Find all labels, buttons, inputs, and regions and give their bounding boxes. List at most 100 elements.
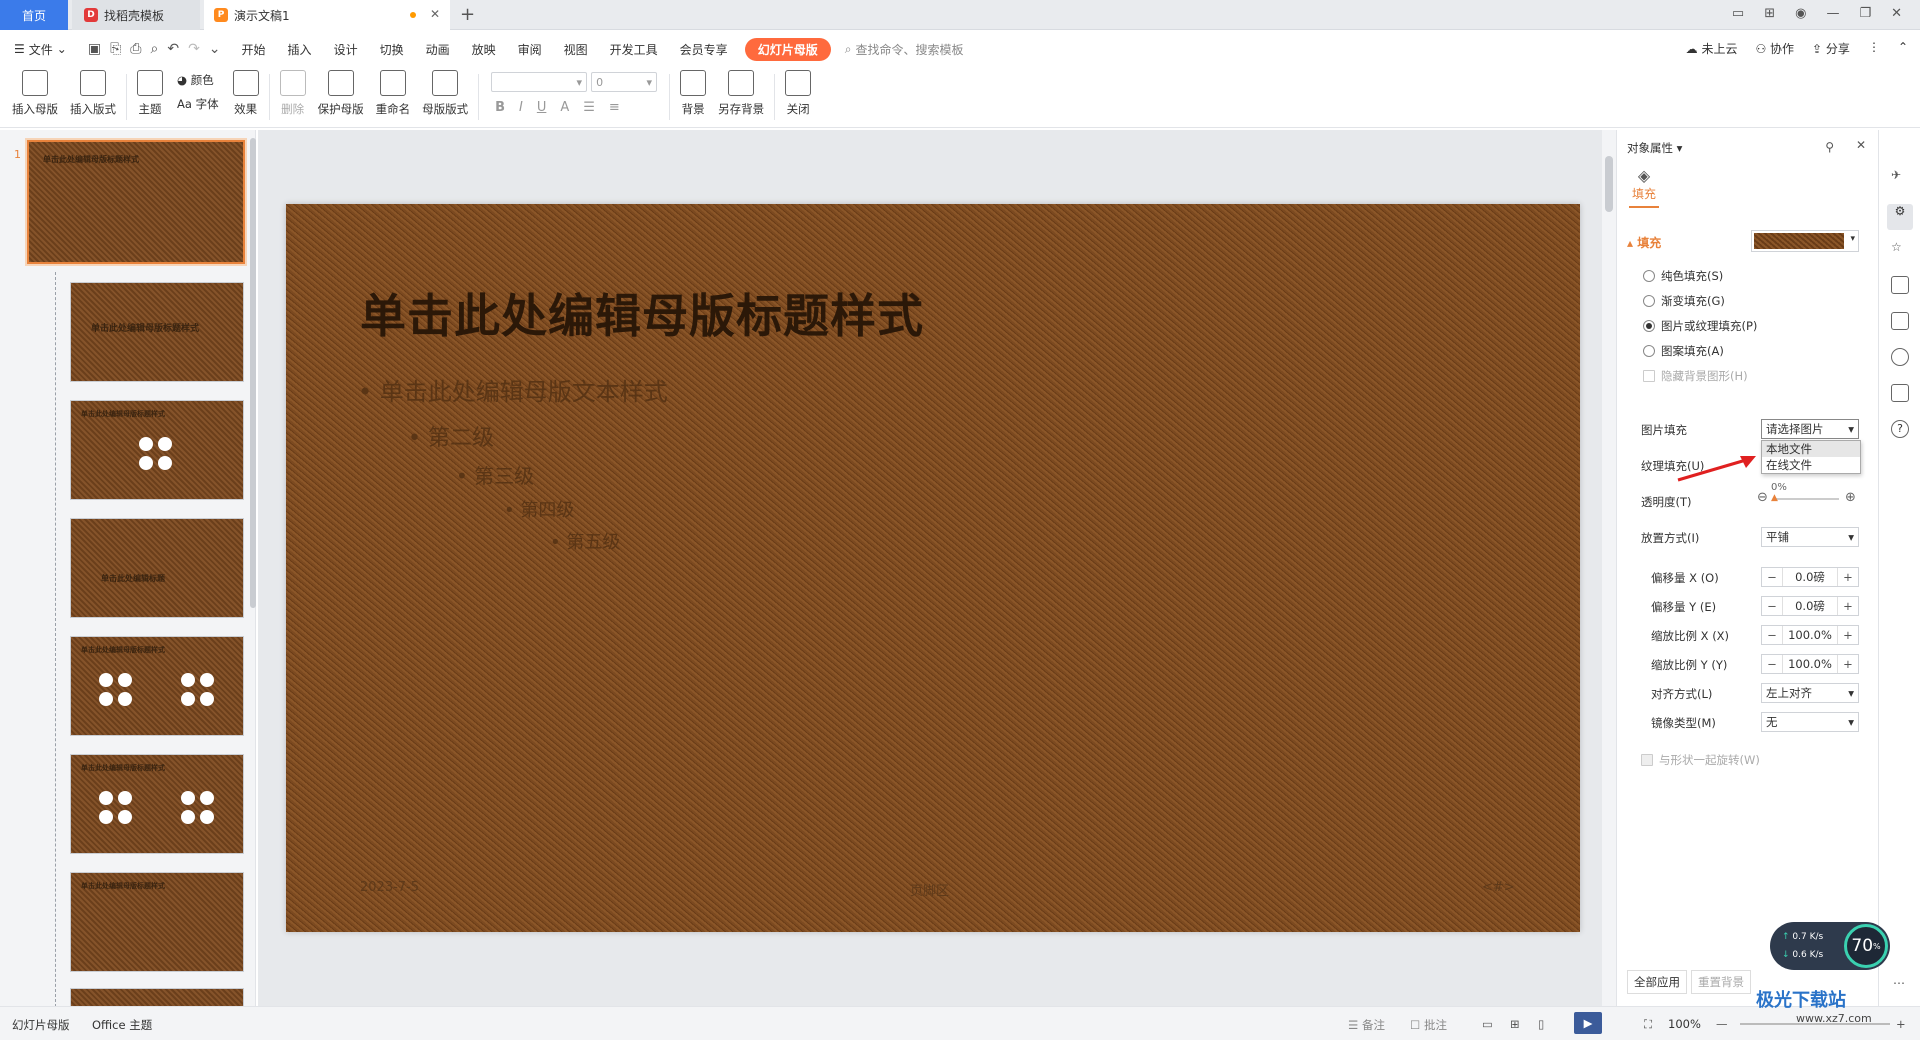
menu-item-transition[interactable]: 切换 [369, 41, 415, 58]
underline-icon[interactable]: U [537, 100, 547, 115]
reading-view-icon[interactable]: ▯ [1538, 1017, 1544, 1031]
menu-item-view[interactable]: 视图 [553, 41, 599, 58]
radio-solid-fill[interactable]: 纯色填充(S) [1643, 268, 1723, 284]
plus-icon[interactable]: ⊕ [1845, 490, 1856, 505]
tab-slide-master[interactable]: 幻灯片母版 [744, 37, 831, 61]
thumbnail-layout-3[interactable]: 单击此处编辑标题 [70, 518, 244, 618]
close-window-icon[interactable]: ✕ [1891, 6, 1902, 21]
italic-icon[interactable]: I [519, 100, 523, 115]
image-icon[interactable] [1891, 312, 1909, 330]
menu-item-member[interactable]: 会员专享 [669, 41, 739, 58]
radio-picture-fill[interactable]: 图片或纹理填充(P) [1643, 318, 1757, 334]
close-master-button[interactable]: 关闭 [779, 66, 817, 124]
menu-item-insert[interactable]: 插入 [277, 41, 323, 58]
collab-button[interactable]: ⚇ 协作 [1755, 40, 1794, 57]
avatar[interactable]: ◉ [1795, 6, 1806, 21]
normal-view-icon[interactable]: ▭ [1482, 1017, 1493, 1031]
more-icon[interactable]: ⌄ [209, 41, 221, 57]
font-size-select[interactable]: 0 ▾ [591, 72, 658, 92]
apps-grid-icon[interactable]: ⊞ [1764, 6, 1775, 21]
rename-button[interactable]: 重命名 [370, 66, 417, 124]
layout-icon[interactable]: ▭ [1732, 6, 1744, 21]
slide-master[interactable]: 单击此处编辑母版标题样式 • 单击此处编辑母版文本样式 • 第二级 • 第三级 … [286, 204, 1580, 932]
undo-icon[interactable]: ↶ [167, 41, 179, 57]
restore-icon[interactable]: ❐ [1859, 6, 1871, 21]
body-level-4[interactable]: • 第四级 [504, 496, 574, 522]
menu-item-devtools[interactable]: 开发工具 [599, 41, 669, 58]
theme-button[interactable]: 主题 [131, 66, 169, 124]
menu-item-online-file[interactable]: 在线文件 [1762, 457, 1860, 473]
cloud-button[interactable]: ☁ 未上云 [1686, 40, 1738, 57]
menu-item-review[interactable]: 审阅 [507, 41, 553, 58]
copy-icon[interactable] [1891, 276, 1909, 294]
comments-button[interactable]: ☐ 批注 [1410, 1017, 1447, 1033]
mirror-select[interactable]: 无 ▾ [1761, 712, 1859, 732]
increment-icon[interactable]: + [1838, 599, 1858, 613]
close-tab-icon[interactable]: ✕ [430, 7, 440, 21]
sorter-view-icon[interactable]: ⊞ [1510, 1017, 1520, 1031]
properties-icon[interactable]: ⚙ [1887, 204, 1913, 230]
tab-template[interactable]: D 找稻壳模板 [72, 0, 200, 30]
fill-section-title[interactable]: ▴ 填充 [1627, 234, 1661, 251]
thumbnail-scrollbar[interactable] [250, 138, 256, 608]
scale-x-value[interactable]: 100.0% [1782, 626, 1838, 644]
fill-swatch[interactable]: ▾ [1751, 230, 1859, 252]
colors-button[interactable]: ◕ 颜色 [177, 72, 219, 88]
placement-select[interactable]: 平铺 ▾ [1761, 527, 1859, 547]
export-icon[interactable]: ⎘ [110, 41, 121, 57]
fit-icon[interactable]: ⛶ [1644, 1017, 1652, 1032]
body-level-5[interactable]: • 第五级 [550, 528, 620, 554]
thumbnail-layout-7[interactable] [70, 988, 244, 1006]
thumbnail-layout-5[interactable]: 单击此处编辑母版标题样式 [70, 754, 244, 854]
transparency-slider[interactable]: ⊖ 0% ▲ ⊕ [1757, 482, 1861, 510]
menu-item-design[interactable]: 设计 [323, 41, 369, 58]
increment-icon[interactable]: + [1838, 570, 1858, 584]
slide-title-placeholder[interactable]: 单击此处编辑母版标题样式 [360, 280, 924, 346]
bullets-icon[interactable]: ☰ [583, 100, 595, 115]
master-layout-button[interactable]: 母版版式 [416, 66, 474, 124]
zoom-in-icon[interactable]: + [1896, 1017, 1906, 1031]
radio-gradient-fill[interactable]: 渐变填充(G) [1643, 293, 1725, 309]
offset-x-value[interactable]: 0.0磅 [1782, 568, 1838, 586]
fonts-button[interactable]: Aa 字体 [177, 96, 219, 112]
increment-icon[interactable]: + [1838, 628, 1858, 642]
thumbnail-layout-4[interactable]: 单击此处编辑母版标题样式 [70, 636, 244, 736]
protect-master-button[interactable]: 保护母版 [312, 66, 370, 124]
zoom-level[interactable]: 100% [1668, 1017, 1701, 1031]
thumbnail-layout-1[interactable]: 单击此处编辑母版标题样式 [70, 282, 244, 382]
delete-button[interactable]: 删除 [274, 66, 312, 124]
menu-item-start[interactable]: 开始 [231, 41, 277, 58]
theme-name[interactable]: Office 主题 [92, 1017, 152, 1033]
slider-handle[interactable]: ▲ [1771, 493, 1778, 503]
new-tab-icon[interactable]: + [460, 4, 475, 25]
command-search[interactable]: ⌕ 查找命令、搜索模板 [845, 41, 964, 58]
thumbnail-layout-6[interactable]: 单击此处编辑母版标题样式 [70, 872, 244, 972]
picture-fill-select[interactable]: 请选择图片 ▾ [1761, 419, 1859, 439]
footer-placeholder[interactable]: 页脚区 [910, 880, 949, 899]
decrement-icon[interactable]: − [1762, 599, 1782, 613]
file-menu[interactable]: ☰ 文件 ⌄ [0, 41, 78, 58]
numbering-icon[interactable]: ≡ [609, 100, 620, 115]
close-panel-icon[interactable]: ✕ [1856, 138, 1866, 152]
offset-x-stepper[interactable]: −0.0磅 + [1761, 567, 1859, 587]
increment-icon[interactable]: + [1838, 657, 1858, 671]
page-number-placeholder[interactable]: <#> [1482, 880, 1515, 895]
canvas-scrollbar[interactable] [1602, 130, 1616, 1006]
body-level-2[interactable]: • 第二级 [408, 420, 494, 452]
thumbnail-layout-2[interactable]: 单击此处编辑母版标题样式 [70, 400, 244, 500]
thumbnail-master[interactable]: 单击此处编辑母版标题样式 [25, 138, 247, 266]
save-icon[interactable]: ▣ [88, 41, 101, 57]
body-level-1[interactable]: • 单击此处编辑母版文本样式 [358, 372, 668, 407]
memory-gauge[interactable]: 70% [1844, 924, 1888, 968]
insert-layout-button[interactable]: 插入版式 [64, 66, 122, 124]
font-family-select[interactable]: ▾ [491, 72, 588, 92]
insert-master-button[interactable]: 插入母版 [6, 66, 64, 124]
scale-y-value[interactable]: 100.0% [1782, 655, 1838, 673]
notes-button[interactable]: ☰ 备注 [1348, 1017, 1385, 1033]
more-dots-icon[interactable]: ⋯ [1893, 976, 1905, 990]
effects-button[interactable]: 效果 [227, 66, 265, 124]
tab-fill[interactable]: ◈ 填充 [1629, 166, 1659, 208]
scroll-thumb[interactable] [1605, 156, 1613, 212]
minus-icon[interactable]: ⊖ [1757, 490, 1768, 505]
offset-y-stepper[interactable]: −0.0磅 + [1761, 596, 1859, 616]
